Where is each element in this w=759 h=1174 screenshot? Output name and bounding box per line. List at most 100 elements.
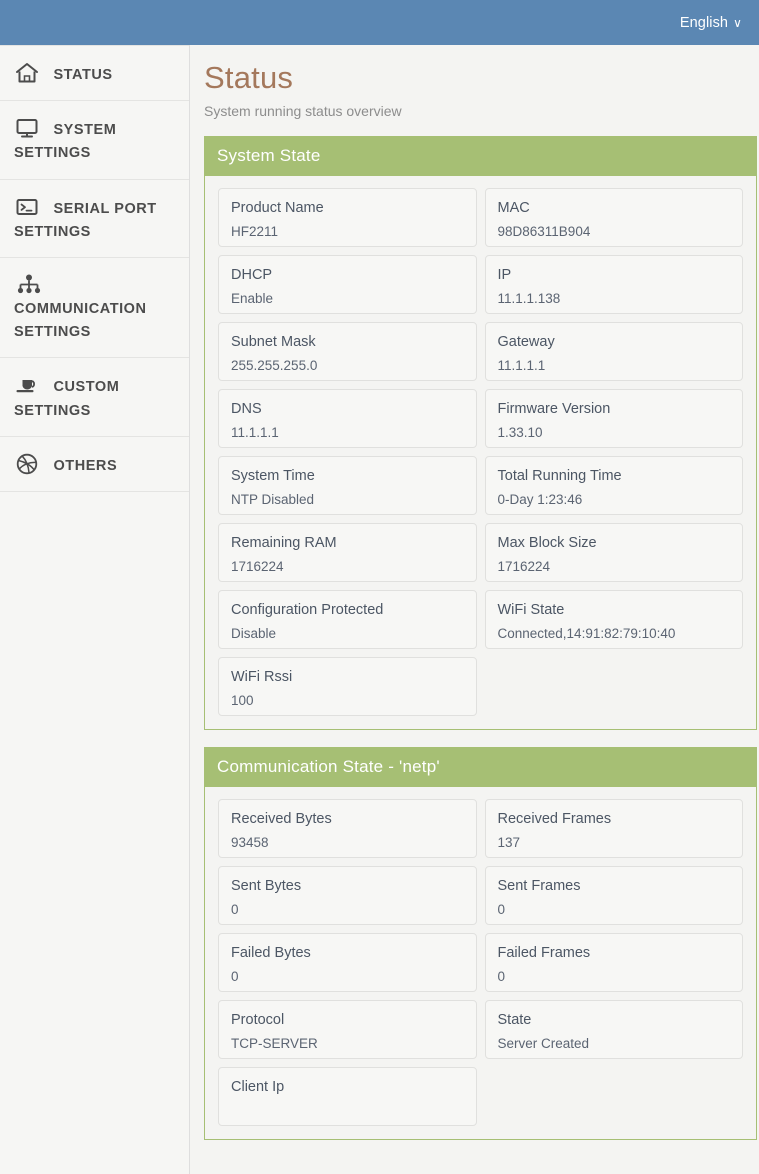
panel-body: Product Name HF2211 MAC 98D86311B904 DHC… [205, 176, 756, 729]
card-value: 0 [497, 901, 506, 917]
field-cell: WiFi Rssi 100 [214, 653, 481, 720]
card-label: Remaining RAM [231, 535, 337, 552]
language-selector[interactable]: English ∨ [680, 15, 742, 31]
card-value: 93458 [231, 834, 269, 850]
sidebar-item-label: STATUS [53, 67, 113, 83]
info-card: Firmware Version 1.33.10 [484, 389, 743, 449]
info-card: Received Bytes 93458 [218, 799, 477, 859]
main-content: Status System running status overview Sy… [190, 45, 759, 1174]
card-label: Sent Frames [497, 878, 581, 895]
page-subtitle: System running status overview [204, 103, 402, 120]
sidebar-item-others[interactable]: OTHERS [0, 437, 189, 492]
field-cell: DNS 11.1.1.1 [214, 385, 481, 452]
sidebar: STATUS SYSTEM SETTINGS SERIAL PORT SETTI… [0, 45, 190, 1174]
field-cell: Sent Frames 0 [481, 862, 748, 929]
card-label: Failed Bytes [231, 945, 311, 962]
card-value: Connected,14:91:82:79:10:40 [497, 625, 676, 641]
card-value: Enable [231, 290, 274, 306]
info-card: State Server Created [484, 1000, 743, 1060]
info-card: Protocol TCP-SERVER [218, 1000, 477, 1060]
card-value: TCP-SERVER [231, 1035, 318, 1051]
panel-body: Received Bytes 93458 Received Frames 137… [205, 787, 756, 1139]
card-label: Received Frames [497, 811, 612, 828]
field-cell: Failed Bytes 0 [214, 929, 481, 996]
sidebar-item-label: COMMUNICATION SETTINGS [14, 300, 147, 341]
sidebar-item-system-settings[interactable]: SYSTEM SETTINGS [0, 101, 189, 180]
card-label: State [497, 1012, 532, 1029]
sidebar-item-communication-settings[interactable]: COMMUNICATION SETTINGS [0, 258, 189, 359]
field-cell: Received Frames 137 [481, 795, 748, 862]
card-label: DNS [231, 401, 262, 418]
field-cell: MAC 98D86311B904 [481, 184, 748, 251]
card-value: 11.1.1.138 [497, 290, 561, 306]
card-label: Sent Bytes [231, 878, 302, 895]
sitemap-icon [16, 272, 42, 298]
card-label: Protocol [231, 1012, 285, 1029]
card-label: Gateway [497, 334, 555, 351]
home-icon [14, 60, 40, 86]
card-label: DHCP [231, 267, 273, 284]
info-card: Failed Bytes 0 [218, 933, 477, 993]
card-value: 0 [231, 968, 239, 984]
card-value: HF2211 [231, 223, 279, 239]
info-card: Total Running Time 0-Day 1:23:46 [484, 456, 743, 516]
info-card: Remaining RAM 1716224 [218, 523, 477, 583]
build-footer: build1810231008384122 [204, 1157, 757, 1174]
info-card: IP 11.1.1.138 [484, 255, 743, 315]
card-value: Disable [231, 625, 277, 641]
card-label: System Time [231, 468, 315, 485]
field-cell: Total Running Time 0-Day 1:23:46 [481, 452, 748, 519]
info-card: Received Frames 137 [484, 799, 743, 859]
card-label: Client Ip [231, 1079, 285, 1096]
card-label: WiFi State [497, 602, 565, 619]
card-label: Received Bytes [231, 811, 332, 828]
card-label: Firmware Version [497, 401, 611, 418]
card-label: IP [497, 267, 512, 284]
info-card: Gateway 11.1.1.1 [484, 322, 743, 382]
field-cell: Remaining RAM 1716224 [214, 519, 481, 586]
card-value: 11.1.1.1 [231, 424, 279, 440]
sidebar-item-label: OTHERS [53, 457, 118, 474]
panel-title: System State [205, 137, 756, 177]
card-value: 1.33.10 [497, 424, 543, 440]
field-cell: Configuration Protected Disable [214, 586, 481, 653]
info-card: Subnet Mask 255.255.255.0 [218, 322, 477, 382]
field-cell: IP 11.1.1.138 [481, 251, 748, 318]
card-label: Subnet Mask [231, 334, 316, 351]
field-cell: Gateway 11.1.1.1 [481, 318, 748, 385]
panel-system-state: System State Product Name HF2211 MAC 98D… [204, 136, 757, 731]
sidebar-item-custom-settings[interactable]: CUSTOM SETTINGS [0, 358, 189, 437]
card-label: Max Block Size [497, 535, 597, 552]
card-value: 1716224 [497, 558, 551, 574]
monitor-icon [14, 115, 40, 141]
info-card: WiFi State Connected,14:91:82:79:10:40 [484, 590, 743, 650]
card-value: 0-Day 1:23:46 [497, 491, 583, 507]
info-card: System Time NTP Disabled [218, 456, 477, 516]
card-value: 11.1.1.1 [497, 357, 546, 373]
card-value: 137 [497, 834, 521, 850]
sidebar-item-status[interactable]: STATUS [0, 45, 189, 102]
chevron-down-icon: ∨ [733, 15, 742, 30]
field-cell: Protocol TCP-SERVER [214, 996, 481, 1063]
field-cell: Subnet Mask 255.255.255.0 [214, 318, 481, 385]
coffee-icon [14, 372, 40, 398]
info-card: Product Name HF2211 [218, 188, 477, 248]
sidebar-item-serial-port-settings[interactable]: SERIAL PORT SETTINGS [0, 180, 189, 258]
field-cell: State Server Created [481, 996, 748, 1063]
card-label: Total Running Time [497, 468, 622, 485]
card-value: 1716224 [231, 558, 284, 574]
dribbble-icon [14, 451, 40, 477]
field-cell: Product Name HF2211 [214, 184, 481, 251]
info-card: Failed Frames 0 [484, 933, 743, 993]
card-value: 255.255.255.0 [231, 357, 318, 373]
card-value: NTP Disabled [231, 491, 315, 507]
field-cell: Client Ip [214, 1063, 481, 1130]
card-value: 0 [231, 901, 239, 917]
top-bar: English ∨ [0, 0, 759, 45]
card-label: WiFi Rssi [231, 669, 293, 686]
field-cell: WiFi State Connected,14:91:82:79:10:40 [481, 586, 748, 653]
language-label: English [679, 14, 729, 31]
info-card: WiFi Rssi 100 [218, 657, 477, 717]
page-title: Status [204, 60, 294, 95]
card-value: 0 [497, 968, 506, 984]
